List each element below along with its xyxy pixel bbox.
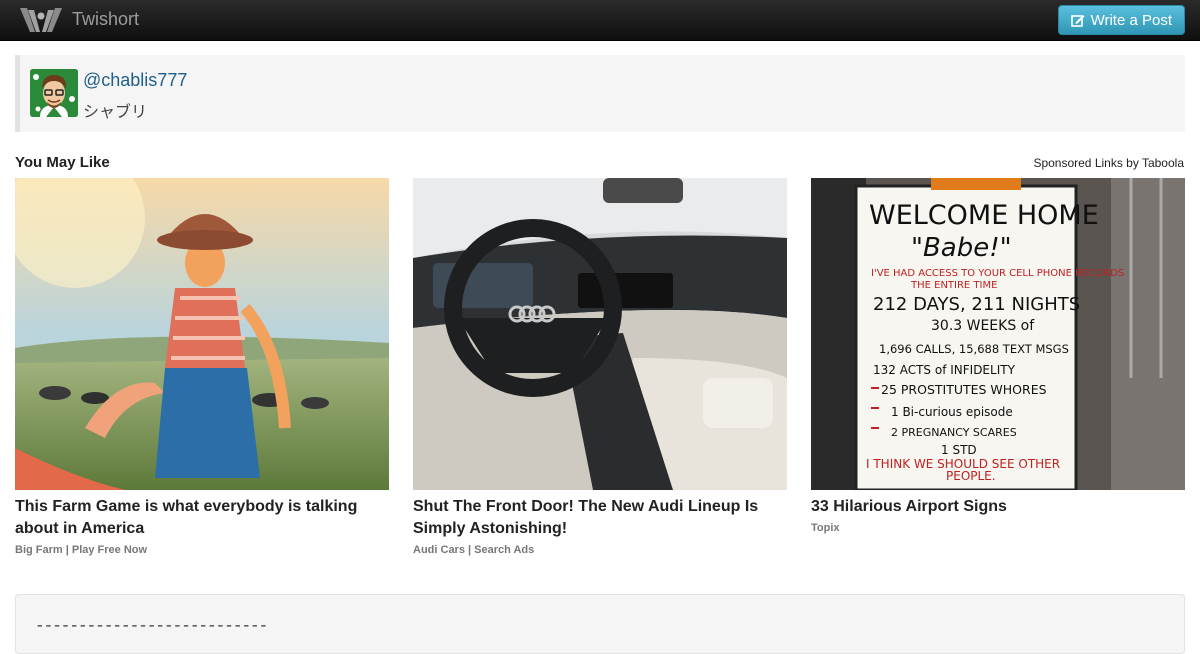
sign-line-1: WELCOME HOME [869,200,1099,231]
author-display-name: シャブリ [83,104,148,121]
sign-line-11: 2 PREGNANCY SCARES [891,426,1017,439]
write-a-post-button[interactable]: Write a Post [1057,5,1185,35]
avatar[interactable] [30,69,78,117]
sign-line-5: 212 DAYS, 211 NIGHTS [873,294,1080,315]
sign-line-4: THE ENTIRE TIME [910,280,997,291]
card-headline[interactable]: Shut The Front Door! The New Audi Lineup… [413,496,787,540]
sponsored-links-label[interactable]: Sponsored Links by Taboola [1033,156,1184,170]
sign-line-10: 1 Bi-curious episode [891,405,1013,419]
post-text: --------------------------- [35,617,268,635]
sign-line-6: 30.3 WEEKS of [931,318,1035,334]
card-source[interactable]: Big Farm | Play Free Now [15,544,389,556]
write-button-label: Write a Post [1090,11,1172,29]
recommendation-card[interactable]: WELCOME HOME "Babe!" I'VE HAD ACCESS TO … [811,178,1185,534]
sign-line-9: 25 PROSTITUTES WHORES [881,382,1047,397]
author-handle-link[interactable]: @chablis777 [83,70,187,91]
sign-line-2: "Babe!" [911,233,1012,263]
card-source[interactable]: Audi Cars | Search Ads [413,544,787,556]
card-headline[interactable]: This Farm Game is what everybody is talk… [15,496,389,540]
twishort-logo-icon[interactable] [18,6,64,34]
top-navbar: Twishort Write a Post [0,0,1200,41]
sign-line-3: I'VE HAD ACCESS TO YOUR CELL PHONE RECOR… [871,268,1124,279]
you-may-like-heading: You May Like [15,154,110,171]
audi-interior-thumbnail[interactable] [413,178,787,490]
brand-name[interactable]: Twishort [72,9,139,30]
author-profile: @chablis777 シャブリ [15,55,1185,132]
recommendation-card[interactable]: This Farm Game is what everybody is talk… [15,178,389,556]
card-source[interactable]: Topix [811,522,1185,534]
sign-line-7: 1,696 CALLS, 15,688 TEXT MSGS [879,342,1069,356]
sign-line-8: 132 ACTS of INFIDELITY [873,363,1016,377]
sign-line-12: 1 STD [941,443,977,457]
farm-game-thumbnail[interactable] [15,178,389,490]
airport-sign-thumbnail[interactable]: WELCOME HOME "Babe!" I'VE HAD ACCESS TO … [811,178,1185,490]
sign-line-14: PEOPLE. [946,469,996,483]
card-headline[interactable]: 33 Hilarious Airport Signs [811,496,1185,518]
recommendation-card[interactable]: Shut The Front Door! The New Audi Lineup… [413,178,787,556]
post-body: --------------------------- [15,594,1185,654]
edit-icon [1070,15,1085,27]
